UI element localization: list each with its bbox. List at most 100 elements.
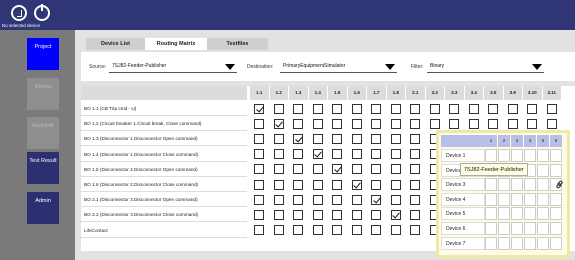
routing-checkbox[interactable] <box>351 194 362 205</box>
routing-checkbox[interactable] <box>351 133 362 144</box>
routing-checkbox[interactable] <box>429 118 440 129</box>
routing-checkbox[interactable] <box>332 225 342 236</box>
popup-cell[interactable] <box>511 192 523 206</box>
popup-cell[interactable] <box>524 192 536 206</box>
routing-checkbox[interactable] <box>254 118 264 129</box>
source-select[interactable]: 7SJ82-Feeder-Publisher <box>109 60 237 73</box>
popup-cell[interactable] <box>498 207 510 221</box>
popup-cell[interactable] <box>511 178 523 192</box>
routing-checkbox[interactable] <box>332 179 342 190</box>
popup-cell[interactable] <box>485 236 497 250</box>
popup-cell[interactable] <box>498 178 510 192</box>
nav-admin-button[interactable]: Admin <box>27 192 59 224</box>
routing-checkbox[interactable] <box>293 225 303 236</box>
routing-checkbox[interactable] <box>273 149 284 160</box>
routing-checkbox[interactable] <box>312 225 323 236</box>
nav-project-button[interactable]: Project <box>27 38 59 70</box>
routing-checkbox[interactable] <box>371 118 381 129</box>
routing-checkbox[interactable] <box>293 118 303 129</box>
routing-checkbox[interactable] <box>351 103 362 114</box>
routing-checkbox[interactable] <box>312 179 323 190</box>
routing-checkbox[interactable] <box>312 164 323 175</box>
routing-checkbox[interactable] <box>390 103 401 114</box>
nav-device-button[interactable]: Device <box>27 78 59 110</box>
popup-cell[interactable] <box>498 149 510 162</box>
routing-checkbox[interactable] <box>254 164 264 175</box>
popup-cell[interactable] <box>550 149 562 162</box>
routing-checkbox[interactable] <box>449 118 459 129</box>
routing-checkbox[interactable] <box>312 133 323 144</box>
routing-checkbox[interactable] <box>468 118 479 129</box>
routing-checkbox[interactable] <box>371 209 381 220</box>
routing-checkbox[interactable] <box>273 209 284 220</box>
routing-checkbox[interactable] <box>371 194 381 205</box>
routing-checkbox[interactable] <box>527 103 537 114</box>
popup-cell[interactable] <box>537 236 549 250</box>
routing-checkbox[interactable] <box>390 118 401 129</box>
routing-checkbox[interactable] <box>254 133 264 144</box>
routing-checkbox[interactable] <box>351 209 362 220</box>
routing-checkbox[interactable] <box>312 118 323 129</box>
popup-cell[interactable] <box>511 149 523 162</box>
power-icon[interactable] <box>34 4 50 21</box>
popup-cell[interactable] <box>485 222 497 235</box>
popup-cell[interactable] <box>511 207 523 221</box>
popup-cell[interactable] <box>485 207 497 221</box>
tab-testfiles[interactable]: Testfiles <box>207 38 268 50</box>
routing-checkbox[interactable] <box>449 103 459 114</box>
popup-cell[interactable] <box>498 222 510 235</box>
routing-checkbox[interactable] <box>410 133 420 144</box>
popup-device-row[interactable]: Device 4 <box>441 192 565 206</box>
routing-checkbox[interactable] <box>312 149 323 160</box>
routing-checkbox[interactable] <box>410 118 420 129</box>
popup-cell[interactable] <box>524 207 536 221</box>
popup-device-row[interactable]: Device 3 <box>441 178 565 192</box>
routing-checkbox[interactable] <box>351 164 362 175</box>
routing-checkbox[interactable] <box>351 118 362 129</box>
routing-checkbox[interactable] <box>488 118 498 129</box>
popup-cell[interactable] <box>511 222 523 235</box>
routing-checkbox[interactable] <box>332 164 342 175</box>
routing-checkbox[interactable] <box>371 103 381 114</box>
routing-checkbox[interactable] <box>546 118 557 129</box>
routing-checkbox[interactable] <box>390 194 401 205</box>
routing-checkbox[interactable] <box>273 103 284 114</box>
popup-cell[interactable] <box>498 236 510 250</box>
routing-checkbox[interactable] <box>293 194 303 205</box>
popup-cell[interactable] <box>524 236 536 250</box>
popup-device-row[interactable]: Device 6 <box>441 222 565 235</box>
filter-select[interactable]: Binary <box>427 60 544 73</box>
routing-checkbox[interactable] <box>527 118 537 129</box>
routing-checkbox[interactable] <box>410 103 420 114</box>
routing-checkbox[interactable] <box>410 164 420 175</box>
routing-checkbox[interactable] <box>332 149 342 160</box>
routing-checkbox[interactable] <box>254 194 264 205</box>
routing-checkbox[interactable] <box>332 118 342 129</box>
routing-checkbox[interactable] <box>351 149 362 160</box>
routing-checkbox[interactable] <box>410 209 420 220</box>
routing-checkbox[interactable] <box>351 179 362 190</box>
routing-checkbox[interactable] <box>293 179 303 190</box>
routing-checkbox[interactable] <box>371 164 381 175</box>
popup-cell[interactable] <box>550 236 562 250</box>
routing-checkbox[interactable] <box>332 133 342 144</box>
popup-cell[interactable] <box>537 178 549 192</box>
tab-device-list[interactable]: Device List <box>86 38 145 50</box>
routing-checkbox[interactable] <box>293 209 303 220</box>
popup-cell[interactable] <box>537 222 549 235</box>
popup-cell[interactable] <box>537 149 549 162</box>
routing-checkbox[interactable] <box>254 225 264 236</box>
popup-device-row[interactable]: Device 1 <box>441 149 565 162</box>
popup-cell[interactable] <box>524 222 536 235</box>
link-icon[interactable] <box>555 180 564 189</box>
routing-checkbox[interactable] <box>371 133 381 144</box>
routing-checkbox[interactable] <box>332 209 342 220</box>
routing-checkbox[interactable] <box>410 179 420 190</box>
routing-checkbox[interactable] <box>254 179 264 190</box>
routing-checkbox[interactable] <box>390 209 401 220</box>
routing-checkbox[interactable] <box>507 118 518 129</box>
routing-checkbox[interactable] <box>351 225 362 236</box>
popup-cell[interactable] <box>524 178 536 192</box>
popup-cell[interactable] <box>550 192 562 206</box>
routing-checkbox[interactable] <box>332 194 342 205</box>
